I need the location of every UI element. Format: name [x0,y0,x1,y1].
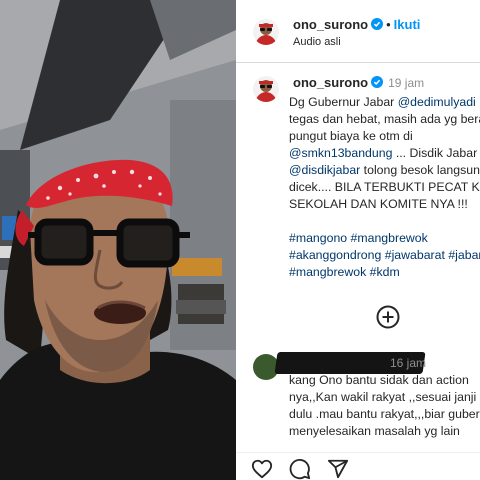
like-button[interactable] [251,458,273,480]
caption-line: Dg Gubernur Jabar @dedimulyadi [289,94,480,111]
hashtag-link[interactable]: #jabar [448,248,480,262]
caption-line: @disdikjabar tolong besok langsung [289,162,480,179]
comment-icon [289,459,311,480]
hashtag-link[interactable]: #mangbrewok [351,231,428,245]
hashtag-link[interactable]: #mangbrewok [289,265,366,279]
load-more-comments-button[interactable] [376,305,400,329]
hashtag-line: #mangbrewok #kdm [289,264,480,281]
header-avatar[interactable] [253,19,279,45]
header-user-line: ono_surono • Ikuti [293,17,420,32]
header-username[interactable]: ono_surono [293,17,368,32]
caption-line: pungut biaya ke otm di [289,129,413,143]
caption-user-line: ono_surono 19 jam [293,75,424,90]
verified-badge-icon [371,18,384,30]
caption-line: tegas dan hebat, masih ada yg berani [289,112,480,126]
man-with-bandana-photo [0,0,236,480]
comment-line: nya,,Kan wakil rakyat ,,sesuai janji [289,390,477,404]
follow-button[interactable]: Ikuti [394,17,421,32]
heart-icon [251,459,273,479]
hashtag-link[interactable]: #akanggondrong [289,248,381,262]
comment-line: kang Ono bantu sidak dan action [289,373,469,387]
mention-link[interactable]: @dedimulyadi [398,95,476,109]
post-media-photo[interactable] [0,0,236,480]
audio-label[interactable]: Audio asli [293,36,341,48]
hashtag-link[interactable]: #kdm [370,265,400,279]
plus-circle-icon [376,305,400,329]
comment-timestamp[interactable]: 16 jam [390,356,426,370]
send-icon [327,459,349,479]
post-timestamp[interactable]: 19 jam [388,76,424,90]
caption-text-segment: ... Disdik Jabar [392,146,478,160]
caption-line: SEKOLAH DAN KOMITE NYA !!! [289,197,468,211]
verified-badge-icon [371,76,384,88]
caption-avatar[interactable] [253,76,279,102]
post-side-panel: ono_surono • Ikuti Audio asli ono_surono 19… [236,0,480,480]
caption-line: dicek.... BILA TERBUKTI PECAT KEPALA [289,180,480,194]
header-separator: • [386,17,391,32]
comment-button[interactable] [289,458,311,480]
caption-text-segment: Dg Gubernur Jabar [289,95,398,109]
profile-picture-icon [253,19,279,45]
post-header: ono_surono • Ikuti Audio asli [236,0,480,63]
hashtag-link[interactable]: #mangono [289,231,347,245]
caption-text: Dg Gubernur Jabar @dedimulyadi tegas dan… [289,94,480,213]
instagram-post-window: ono_surono • Ikuti Audio asli ono_surono 19… [0,0,480,480]
caption-line: @smkn13bandung ... Disdik Jabar [289,145,480,162]
comment-line: menyelesaikan masalah yg lain [289,424,460,438]
mention-link[interactable]: @smkn13bandung [289,146,392,160]
hashtag-line: #akanggondrong #jawabarat #jabar [289,247,480,264]
comment-line: dulu .mau bantu rakyat,,,biar gubernur [289,407,480,421]
share-button[interactable] [327,458,349,480]
action-bar [236,452,480,480]
mention-link[interactable]: @disdikjabar [289,163,360,177]
hashtags: #mangono #mangbrewok #akanggondrong #jaw… [289,230,480,281]
hashtag-line: #mangono #mangbrewok [289,230,480,247]
caption-text-segment: tolong besok langsung [360,163,480,177]
caption-username[interactable]: ono_surono [293,75,368,90]
comment-text: kang Ono bantu sidak dan action nya,,Kan… [289,372,480,440]
profile-picture-icon [253,76,279,102]
hashtag-link[interactable]: #jawabarat [385,248,445,262]
